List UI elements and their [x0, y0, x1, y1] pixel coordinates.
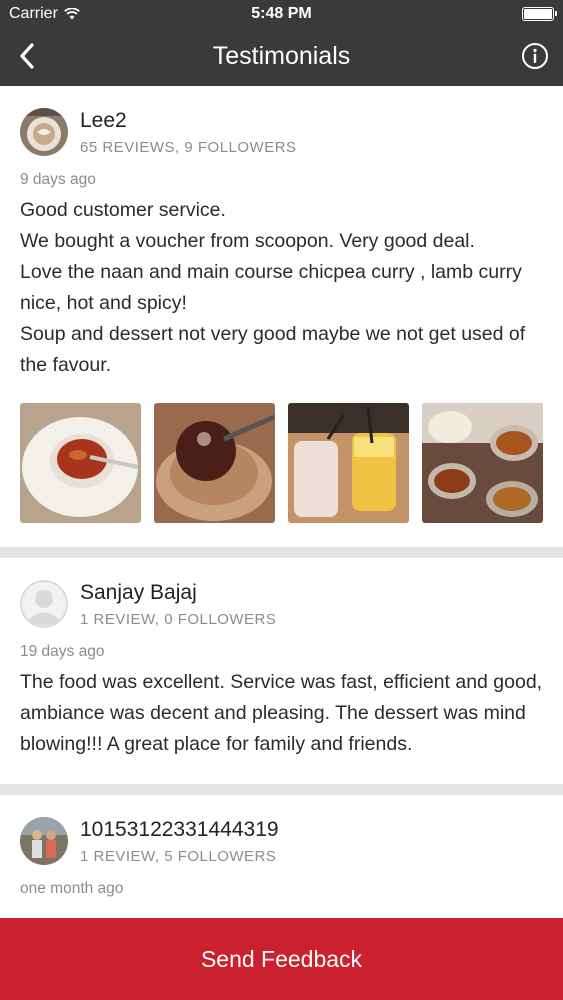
user-name[interactable]: 10153122331444319 [80, 818, 279, 842]
info-icon [522, 43, 548, 69]
photo-drinks[interactable] [288, 403, 409, 523]
user-stats: 1 REVIEW, 5 FOLLOWERS [80, 847, 277, 865]
review-line: Soup and dessert not very good maybe we … [20, 323, 526, 376]
review-line: Good customer service. [20, 199, 226, 221]
photo-curries[interactable] [422, 403, 543, 523]
avatar[interactable] [20, 108, 68, 156]
review-card: Lee2 65 REVIEWS, 9 FOLLOWERS 9 days ago … [0, 86, 563, 547]
status-bar: Carrier 5:48 PM [0, 0, 563, 28]
reviews-list[interactable]: Lee2 65 REVIEWS, 9 FOLLOWERS 9 days ago … [0, 86, 563, 918]
user-stats: 65 REVIEWS, 9 FOLLOWERS [80, 138, 297, 156]
battery-icon [522, 7, 557, 21]
avatar[interactable] [20, 817, 68, 865]
status-time: 5:48 PM [251, 5, 312, 22]
review-header: Sanjay Bajaj 1 REVIEW, 0 FOLLOWERS [20, 578, 543, 630]
user-meta: 10153122331444319 1 REVIEW, 5 FOLLOWERS [80, 818, 279, 865]
photo-dessert[interactable] [154, 403, 275, 523]
page-title: Testimonials [212, 42, 351, 70]
photo-soup[interactable] [20, 403, 141, 523]
review-date: 19 days ago [20, 643, 105, 660]
review-date: one month ago [20, 880, 124, 897]
review-line: We bought a voucher from scoopon. Very g… [20, 230, 475, 252]
nav-bar: Testimonials [0, 28, 563, 86]
review-separator [0, 784, 563, 795]
info-button[interactable] [521, 42, 549, 70]
review-date: 9 days ago [20, 171, 96, 188]
send-feedback-button[interactable]: Send Feedback [0, 918, 563, 1000]
review-line: Love the naan and main course chicpea cu… [20, 261, 522, 314]
user-stats: 1 REVIEW, 0 FOLLOWERS [80, 610, 277, 628]
review-header: 10153122331444319 1 REVIEW, 5 FOLLOWERS [20, 815, 543, 867]
user-meta: Lee2 65 REVIEWS, 9 FOLLOWERS [80, 109, 297, 156]
review-photos [20, 403, 543, 547]
user-name[interactable]: Sanjay Bajaj [80, 581, 276, 605]
review-text: The food was excellent. Service was fast… [20, 667, 543, 784]
user-name[interactable]: Lee2 [80, 109, 297, 133]
review-card: 10153122331444319 1 REVIEW, 5 FOLLOWERS … [0, 795, 563, 898]
review-separator [0, 547, 563, 558]
review-line: The food was excellent. Service was fast… [20, 671, 543, 755]
review-header: Lee2 65 REVIEWS, 9 FOLLOWERS [20, 106, 543, 158]
send-feedback-label: Send Feedback [200, 945, 363, 972]
avatar[interactable] [20, 580, 68, 628]
review-card: Sanjay Bajaj 1 REVIEW, 0 FOLLOWERS 19 da… [0, 558, 563, 784]
user-meta: Sanjay Bajaj 1 REVIEW, 0 FOLLOWERS [80, 581, 276, 628]
review-text: Good customer service. We bought a vouch… [20, 195, 543, 381]
